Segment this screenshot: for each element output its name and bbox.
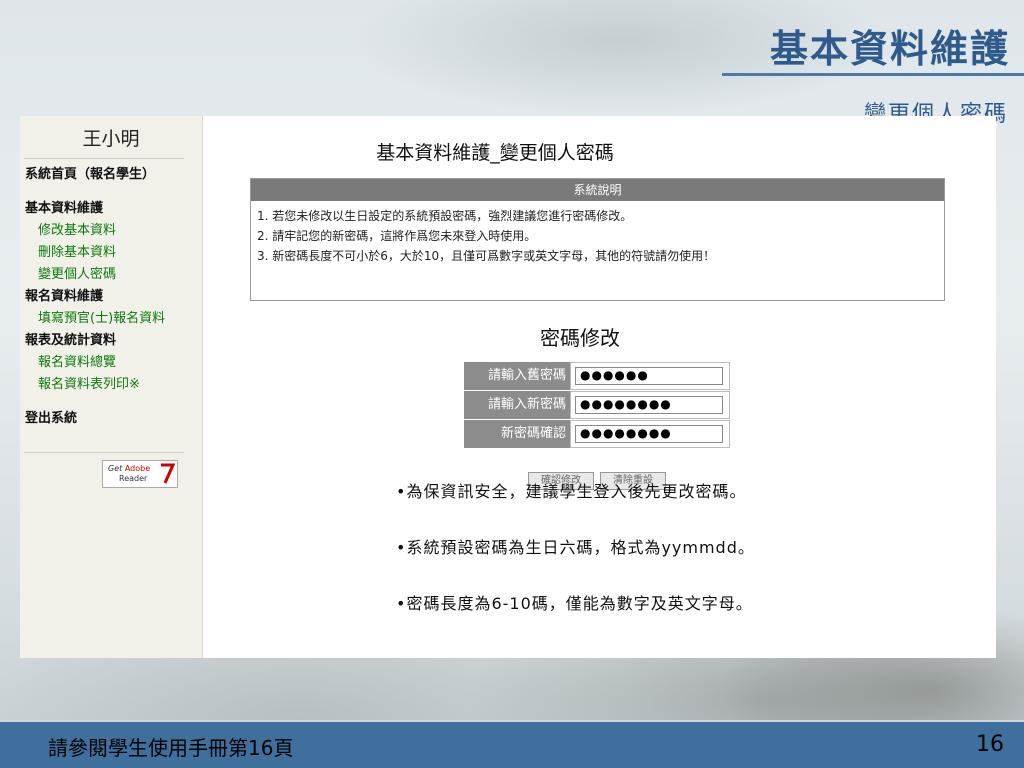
note-item: •系統預設密碼為生日六碼，格式為yymmdd。 bbox=[396, 538, 755, 557]
slide-notes: •為保資訊安全，建議學生登入後先更改密碼。 •系統預設密碼為生日六碼，格式為yy… bbox=[396, 478, 755, 646]
app-screenshot: 王小明 系統首頁（報名學生） 基本資料維護 修改基本資料 刪除基本資料 變更個人… bbox=[20, 116, 996, 658]
sidebar-item-overview[interactable]: 報名資料總覽 bbox=[25, 352, 165, 374]
info-list: 1. 若您未修改以生日設定的系統預設密碼，強烈建議您進行密碼修改。 2. 請牢記… bbox=[251, 201, 944, 271]
slide-title: 基本資料維護 bbox=[769, 26, 1010, 71]
note-item: •密碼長度為6-10碼，僅能為數字及英文字母。 bbox=[396, 594, 753, 613]
sidebar-nav: 系統首頁（報名學生） 基本資料維護 修改基本資料 刪除基本資料 變更個人密碼 報… bbox=[25, 164, 165, 430]
confirm-password-label: 新密碼確認 bbox=[464, 420, 570, 448]
sidebar: 王小明 系統首頁（報名學生） 基本資料維護 修改基本資料 刪除基本資料 變更個人… bbox=[20, 116, 203, 658]
role-label: （報名學生） bbox=[77, 167, 156, 182]
footer-text: 請參閱學生使用手冊第16頁 bbox=[48, 736, 294, 760]
form-row: 請輸入舊密碼 ●●●●●● bbox=[464, 362, 730, 390]
adobe-logo-icon bbox=[161, 463, 175, 484]
slide-footer: 請參閱學生使用手冊第16頁 16 bbox=[0, 722, 1024, 768]
new-password-label: 請輸入新密碼 bbox=[464, 391, 570, 419]
user-name: 王小明 bbox=[82, 128, 140, 150]
sidebar-divider bbox=[24, 452, 184, 453]
adobe-reader-badge[interactable]: Get Adobe Reader bbox=[102, 460, 178, 488]
system-info-box: 系統說明 1. 若您未修改以生日設定的系統預設密碼，強烈建議您進行密碼修改。 2… bbox=[250, 178, 945, 301]
adobe-brand-label: Adobe bbox=[124, 464, 151, 473]
confirm-password-input[interactable]: ●●●●●●●● bbox=[575, 425, 723, 443]
page-title: 基本資料維護_變更個人密碼 bbox=[376, 142, 614, 164]
adobe-product-label: Reader bbox=[119, 474, 148, 483]
title-underline bbox=[722, 73, 1024, 76]
section-title-reports: 報表及統計資料 bbox=[25, 333, 117, 348]
note-item: •為保資訊安全，建議學生登入後先更改密碼。 bbox=[396, 482, 747, 501]
sidebar-item-edit-basic[interactable]: 修改基本資料 bbox=[25, 220, 165, 242]
form-row: 新密碼確認 ●●●●●●●● bbox=[464, 420, 730, 448]
form-row: 請輸入新密碼 ●●●●●●●● bbox=[464, 391, 730, 419]
section-title-basic: 基本資料維護 bbox=[25, 201, 104, 216]
home-link[interactable]: 系統首頁 bbox=[25, 167, 77, 182]
sidebar-divider bbox=[24, 158, 184, 159]
new-password-input[interactable]: ●●●●●●●● bbox=[575, 396, 723, 414]
sidebar-item-change-password[interactable]: 變更個人密碼 bbox=[25, 264, 165, 286]
info-item: 1. 若您未修改以生日設定的系統預設密碼，強烈建議您進行密碼修改。 bbox=[257, 209, 633, 223]
sidebar-item-fill-registration[interactable]: 填寫預官(士)報名資料 bbox=[25, 308, 165, 330]
logout-link[interactable]: 登出系統 bbox=[25, 408, 165, 430]
section-title-registration: 報名資料維護 bbox=[25, 289, 104, 304]
old-password-label: 請輸入舊密碼 bbox=[464, 362, 570, 390]
password-form: 請輸入舊密碼 ●●●●●● 請輸入新密碼 ●●●●●●●● 新密碼確認 ●●●●… bbox=[464, 362, 730, 449]
info-item: 3. 新密碼長度不可小於6，大於10，且僅可爲數字或英文字母，其他的符號請勿使用… bbox=[257, 249, 716, 263]
old-password-input[interactable]: ●●●●●● bbox=[575, 367, 723, 385]
info-item: 2. 請牢記您的新密碼，這將作爲您未來登入時使用。 bbox=[257, 229, 537, 243]
password-section-title: 密碼修改 bbox=[540, 326, 620, 350]
info-header: 系統說明 bbox=[251, 179, 944, 201]
sidebar-item-delete-basic[interactable]: 刪除基本資料 bbox=[25, 242, 165, 264]
page-number: 16 bbox=[976, 732, 1004, 757]
sidebar-item-print[interactable]: 報名資料表列印※ bbox=[25, 374, 165, 396]
adobe-get-label: Get bbox=[108, 464, 123, 473]
